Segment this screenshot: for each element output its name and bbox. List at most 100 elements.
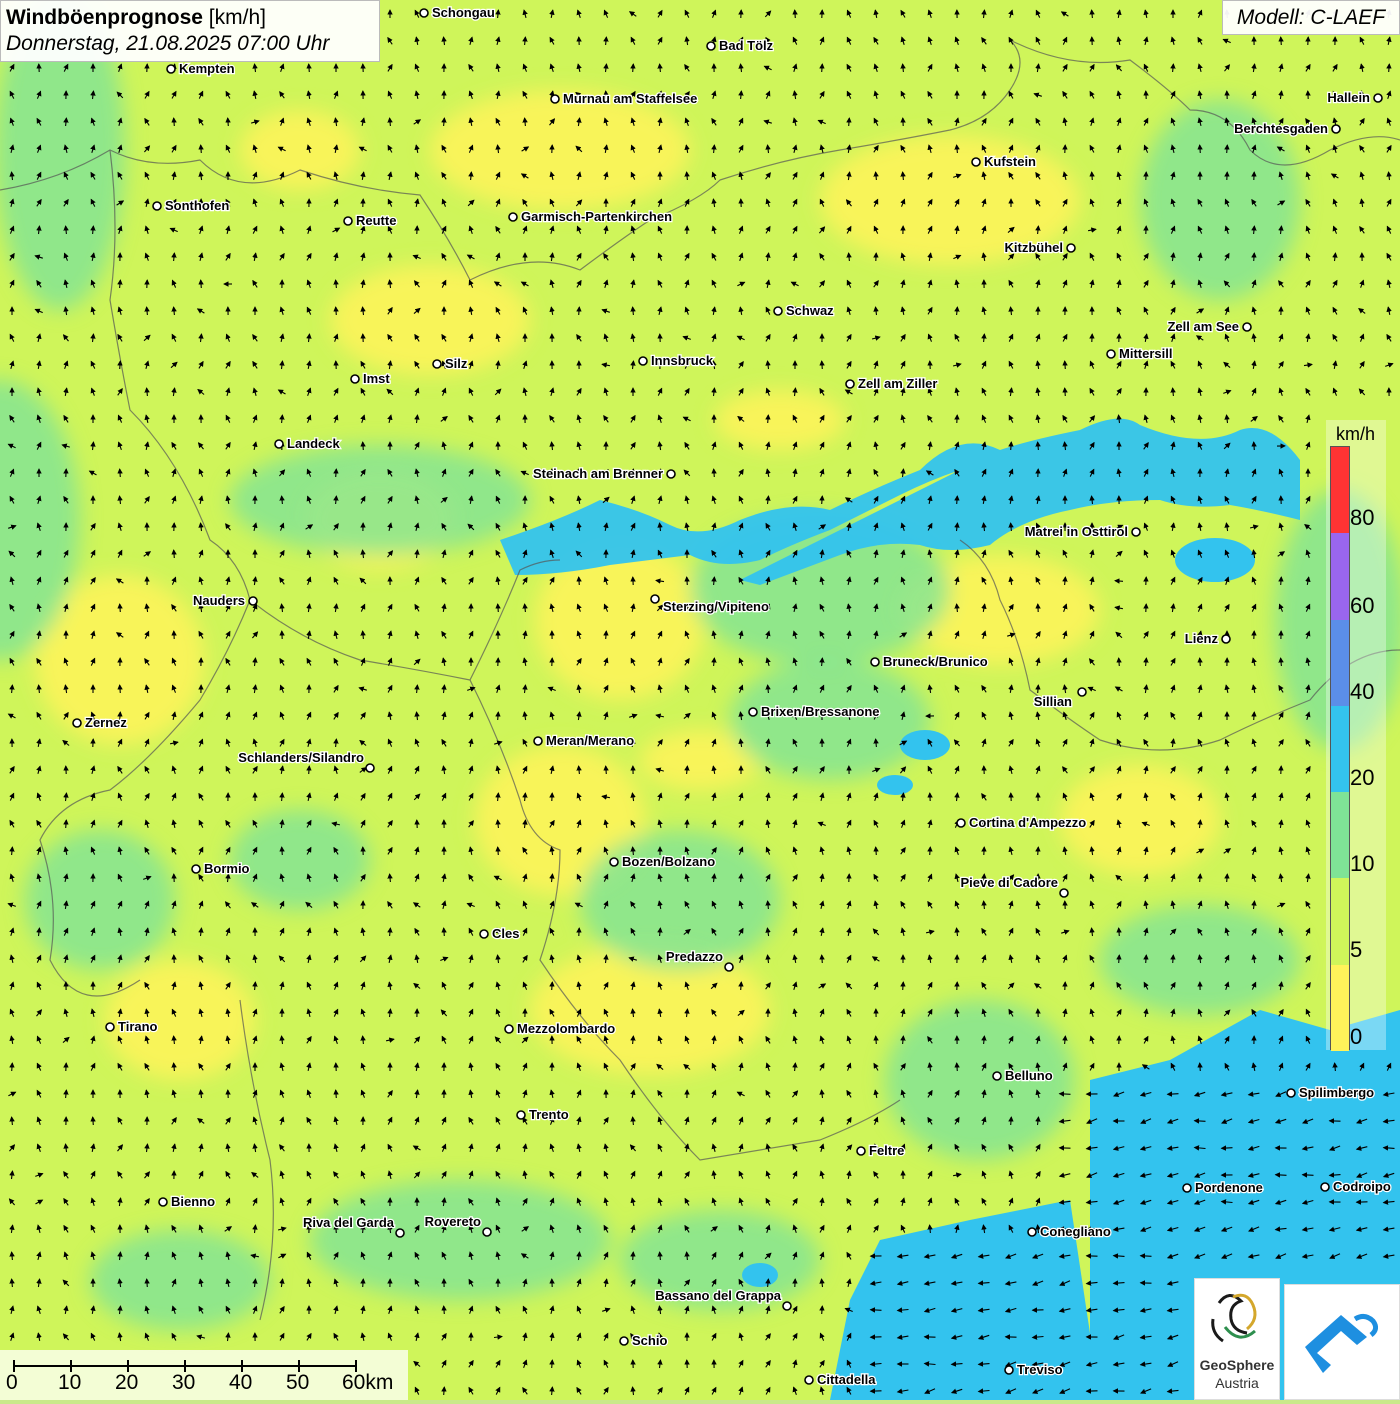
wind-arrow [1011,1117,1012,1125]
wind-arrow [714,469,715,477]
city-dot [783,1302,791,1310]
wind-arrow [147,1279,148,1287]
wind-arrow [12,1063,13,1071]
city-label: Kufstein [984,154,1036,169]
wind-arrow [120,685,121,693]
city-label: Kitzbühel [1005,240,1064,255]
wind-arrow [1038,847,1039,855]
city-label: Schongau [432,5,495,20]
legend-tick-label: 5 [1350,937,1362,963]
city-dot [420,9,428,17]
city-dot [159,1198,167,1206]
city-dot [1028,1228,1036,1236]
wind-arrow [876,1036,877,1044]
geosphere-logo: GeoSphere Austria [1194,1278,1280,1400]
city-dot [846,380,854,388]
city-label: Spilimbergo [1299,1085,1374,1100]
city-dot [480,930,488,938]
wind-arrow [1115,581,1123,582]
city-dot [957,819,965,827]
legend-tick-label: 0 [1350,1024,1362,1050]
wind-arrow [1281,577,1282,585]
app-logo-icon [1285,1285,1399,1399]
city-dot [433,360,441,368]
city-label: Silz [445,356,468,371]
city-dot [534,737,542,745]
wind-arrow [309,766,310,774]
city-marker: Brixen/Bressanone [749,704,880,719]
legend-tick-label: 80 [1350,505,1374,531]
city-marker: Mezzolombardo [505,1021,615,1036]
wind-arrow [1146,955,1147,963]
city-dot [993,1072,1001,1080]
legend-color-bar [1330,446,1350,1050]
city-label: Matrei in Osttirol [1025,524,1128,539]
city-label: Meran/Merano [546,733,634,748]
city-dot [1287,1089,1295,1097]
city-label: Brixen/Bressanone [761,704,880,719]
city-label: Rovereto [425,1214,481,1229]
wind-arrow [822,1306,823,1314]
wind-arrow [1254,442,1255,450]
legend-color-segment [1331,447,1349,533]
city-dot [153,202,161,210]
city-dot [351,375,359,383]
wind-arrow [606,631,607,639]
city-label: Schio [632,1333,667,1348]
wind-arrow [930,847,931,855]
legend-color-segment [1331,878,1349,964]
wind-arrow [363,442,364,450]
city-label: Bassano del Grappa [655,1288,781,1303]
city-label: Mezzolombardo [517,1021,615,1036]
legend-tick-label: 40 [1350,679,1374,705]
model-label: Modell: C-LAEF [1222,0,1400,35]
city-dot [871,658,879,666]
wind-arrow [498,712,499,720]
wind-arrow [1065,388,1066,396]
wind-arrow [1060,1094,1071,1095]
wind-arrow [1227,874,1228,882]
wind-arrow [579,307,580,315]
wind-arrow [552,1360,553,1368]
wind-arrow [1195,1121,1206,1122]
city-dot [505,1025,513,1033]
scale-label: 40 [229,1371,252,1395]
city-label: Steinach am Brenner [533,466,663,481]
forecast-datetime: Donnerstag, 21.08.2025 07:00 Uhr [6,31,374,57]
city-dot [1132,528,1140,536]
city-label: Pieve di Cadore [960,875,1058,890]
geosphere-logo-icon [1195,1283,1279,1357]
wind-arrow [498,604,499,612]
wind-arrow [1173,955,1174,963]
city-dot [1107,350,1115,358]
city-label: Conegliano [1040,1224,1111,1239]
scale-label: 20 [115,1371,138,1395]
city-label: Bormio [204,861,250,876]
city-dot [249,597,257,605]
title-unit: [km/h] [203,6,266,29]
wind-arrow [1200,874,1201,882]
wind-arrow [849,118,850,126]
legend-unit: km/h [1336,424,1375,445]
wind-arrow [1200,658,1201,666]
city-marker: Innsbruck [639,353,714,368]
wind-arrow [822,955,823,963]
wind-arrow [606,766,607,774]
city-dot [192,865,200,873]
scale-label: 60km [342,1371,393,1395]
city-label: Imst [363,371,390,386]
city-marker: Cortina d'Ampezzo [957,815,1086,830]
wind-arrow [822,361,823,369]
wind-arrow [1168,1094,1179,1095]
wind-arrow [957,1063,958,1071]
wind-arrow [1141,1256,1152,1257]
city-label: Sterzing/Vipiteno [663,599,769,614]
wind-arrow [201,145,202,153]
wind-arrow [93,1117,94,1125]
city-dot [1005,1366,1013,1374]
city-dot [667,470,675,478]
city-dot [1332,125,1340,133]
wind-arrow [1254,253,1255,261]
wind-arrow [1222,1148,1233,1149]
city-marker: Spilimbergo [1287,1085,1374,1100]
